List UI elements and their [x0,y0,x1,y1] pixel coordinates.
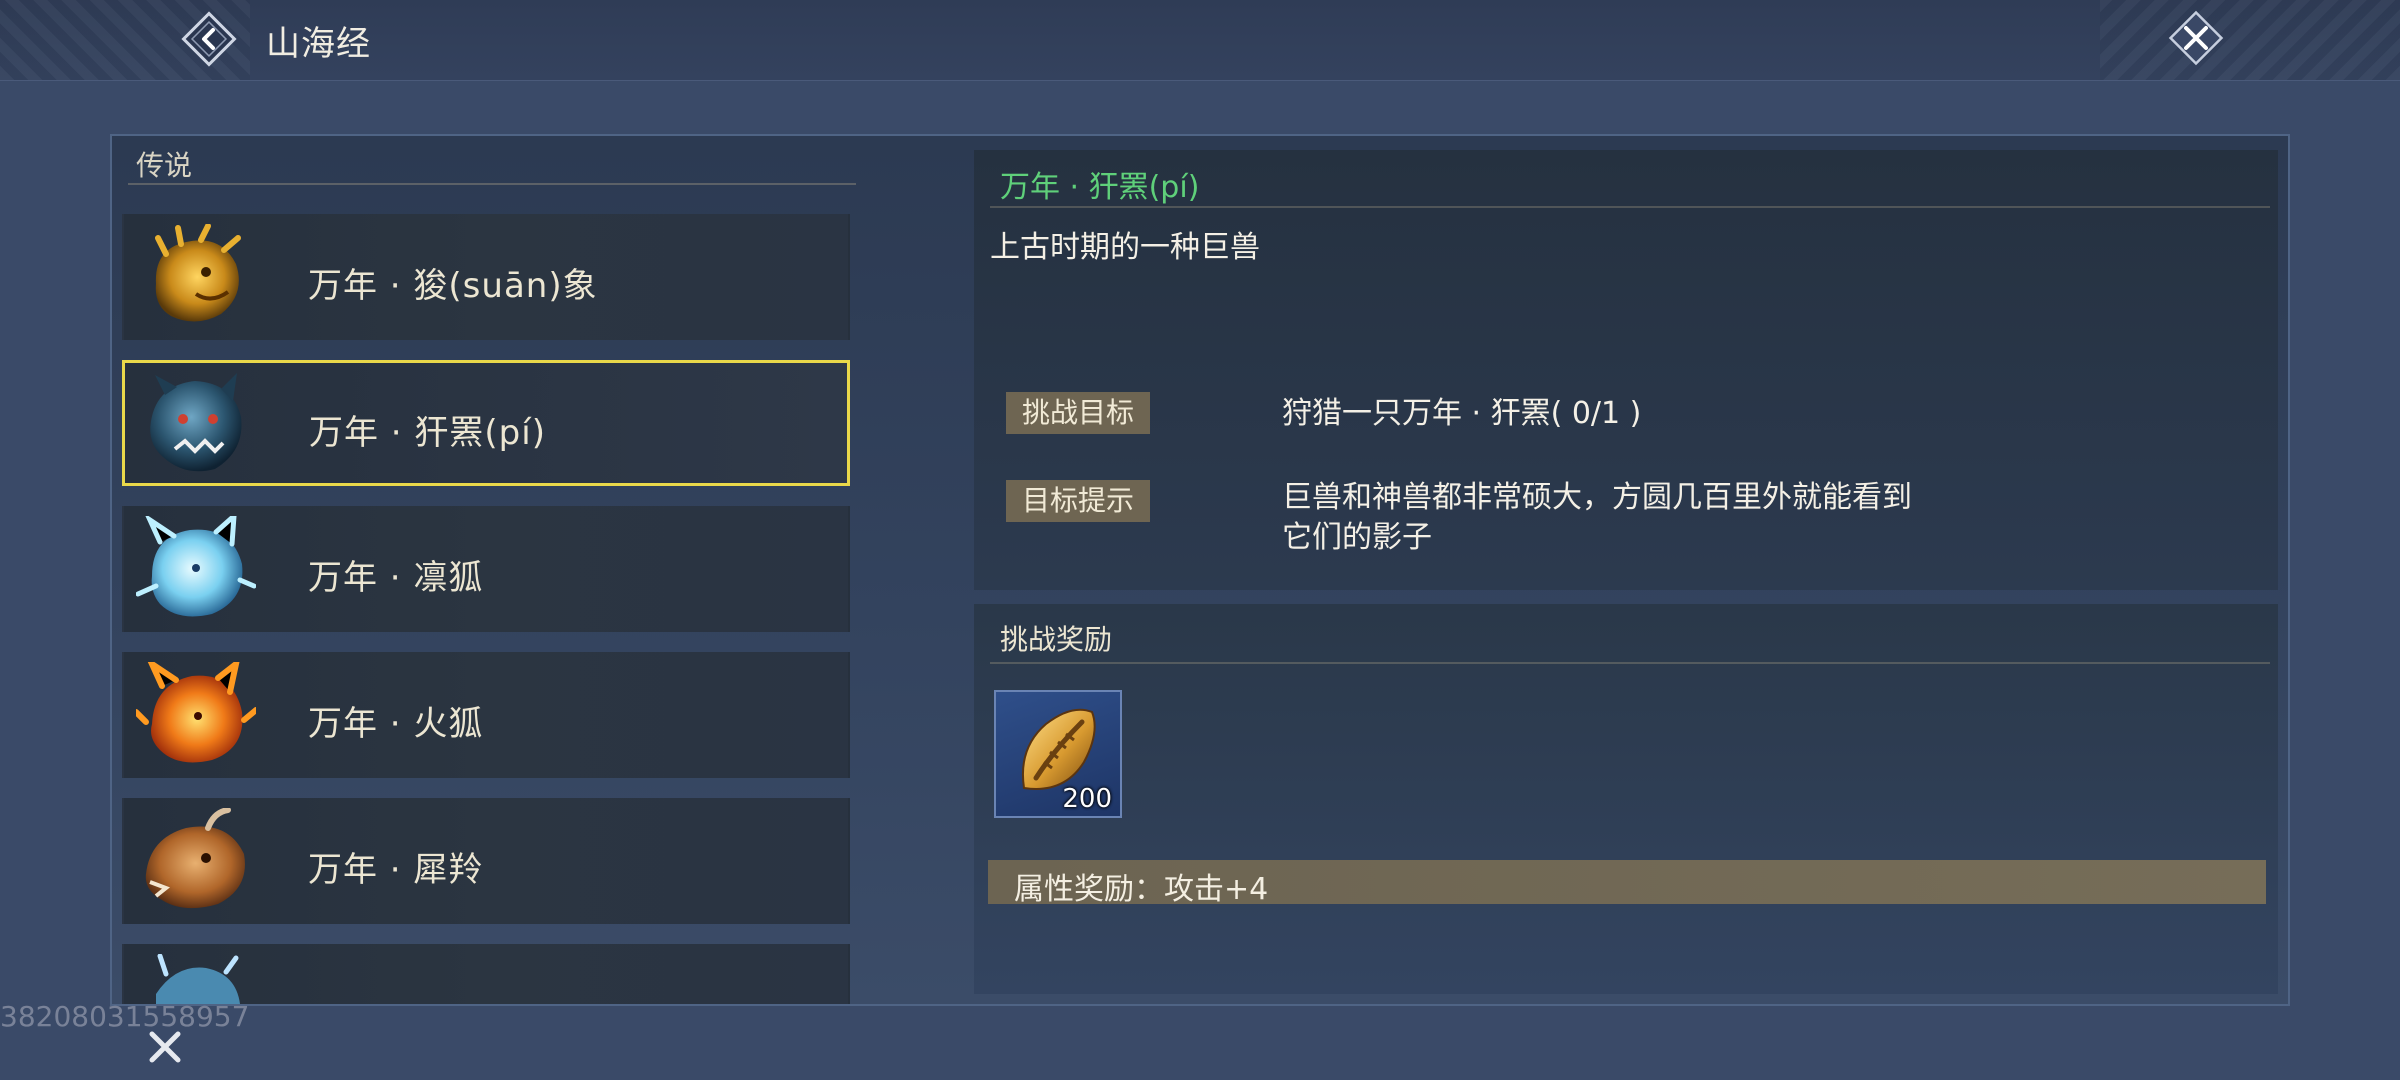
list-item-label: 万年 · 犴罴(pí) [309,413,546,453]
list-item-xiling[interactable]: 万年 · 犀羚 [122,798,850,924]
list-item-label: 万年 · 犀羚 [308,850,484,890]
target-hint-text: 巨兽和神兽都非常硕大，方圆几百里外就能看到它们的影子 [1282,480,1912,555]
list-item-partial[interactable] [122,944,850,1004]
ice-beast-icon [156,954,240,1004]
golden-lion-beast-icon [155,224,241,322]
list-item-suanxiang[interactable]: 万年 · 狻(suān)象 [122,214,850,340]
reward-item-slot[interactable]: 200 [994,690,1122,818]
fire-fox-icon [136,662,256,763]
divider [990,662,2270,664]
challenge-rewards: 挑战奖励 200 属性奖励：攻击+4 [974,604,2278,994]
attribute-reward-bar: 属性奖励：攻击+4 [988,860,2266,907]
challenge-target-text: 狩猎一只万年 · 犴罴( 0/1 ) [1282,396,1642,431]
close-button[interactable] [2164,6,2228,70]
page-title: 山海经 [266,24,371,64]
top-bar: 山海经 [0,0,2400,81]
back-button[interactable] [178,8,240,70]
close-icon [2168,10,2224,66]
attribute-reward-text: 属性奖励：攻击+4 [1014,872,1269,907]
blue-wolf-bear-icon [150,373,242,472]
list-item-label: 万年 · 火狐 [308,704,484,744]
watermark-id: 38208031558957 [0,1000,250,1033]
divider [128,183,856,185]
list-item-anpi-selected[interactable]: 万年 · 犴罴(pí) [122,360,850,486]
rhino-antelope-icon [145,808,245,909]
section-title-legend: 传说 [136,149,193,182]
divider [990,206,2270,208]
target-hint-tag: 目标提示 [1006,480,1150,522]
list-item-label: 万年 · 狻(suān)象 [308,266,598,306]
reward-item-count: 200 [1062,784,1112,814]
back-arrow-icon [181,11,237,67]
ice-fox-icon [136,516,256,617]
beast-detail: 万年 · 犴罴(pí) 上古时期的一种巨兽 挑战目标 狩猎一只万年 · 犴罴( … [974,150,2278,590]
detail-title: 万年 · 犴罴(pí) [1000,170,1200,205]
beast-list[interactable]: 传说 万年 · 狻(suān)象 万年 · 犴罴(pí) 万年 · 凛狐 万年 … [112,136,857,1004]
list-item-label: 万年 · 凛狐 [308,558,484,598]
list-item-linhu[interactable]: 万年 · 凛狐 [122,506,850,632]
rewards-title: 挑战奖励 [1000,623,1113,656]
list-item-huohu[interactable]: 万年 · 火狐 [122,652,850,778]
floating-close-button[interactable] [142,1024,188,1070]
bestiary-panel: 传说 万年 · 狻(suān)象 万年 · 犴罴(pí) 万年 · 凛狐 万年 … [110,134,2290,1006]
detail-description: 上古时期的一种巨兽 [990,230,1260,265]
challenge-target-tag: 挑战目标 [1006,392,1150,434]
top-decoration-right [2100,0,2400,80]
close-icon [149,1031,181,1063]
